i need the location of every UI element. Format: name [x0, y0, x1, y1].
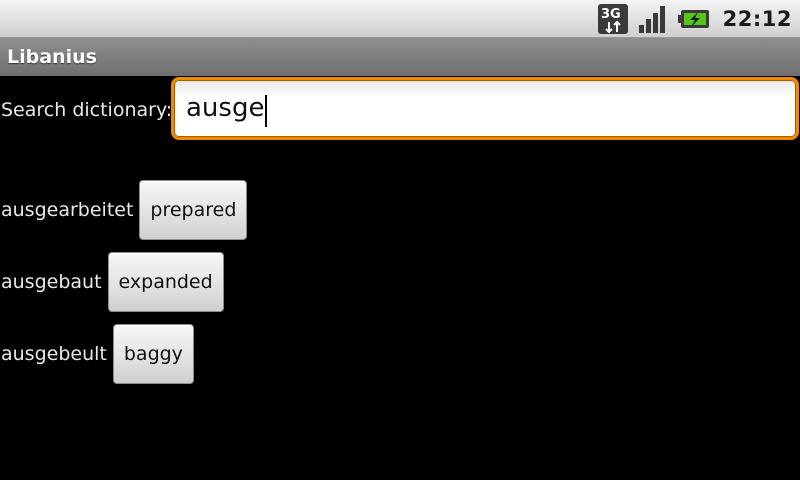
translation-button[interactable]: expanded [107, 252, 224, 312]
app-title: Libanius [7, 46, 97, 68]
search-input[interactable] [186, 88, 776, 128]
translation-button[interactable]: prepared [139, 180, 248, 240]
status-icons: 3G 22:12 [597, 3, 792, 35]
result-row: ausgearbeitet prepared [0, 179, 248, 241]
title-bar: Libanius [0, 38, 800, 76]
result-row: ausgebeult baggy [0, 323, 194, 385]
text-cursor [265, 95, 268, 127]
battery-charging-icon [677, 10, 709, 28]
result-row: ausgebaut expanded [0, 251, 224, 313]
3g-data-icon: 3G [597, 4, 628, 34]
translation-button[interactable]: baggy [112, 324, 194, 384]
result-word: ausgebeult [1, 343, 107, 365]
result-word: ausgebaut [1, 271, 102, 293]
result-word: ausgearbeitet [1, 199, 134, 221]
search-field[interactable] [171, 77, 799, 140]
status-bar: 3G 22:12 [0, 0, 800, 38]
clock: 22:12 [722, 7, 792, 31]
search-label: Search dictionary: [1, 99, 173, 121]
svg-text:3G: 3G [601, 7, 621, 22]
signal-strength-icon [638, 6, 665, 33]
